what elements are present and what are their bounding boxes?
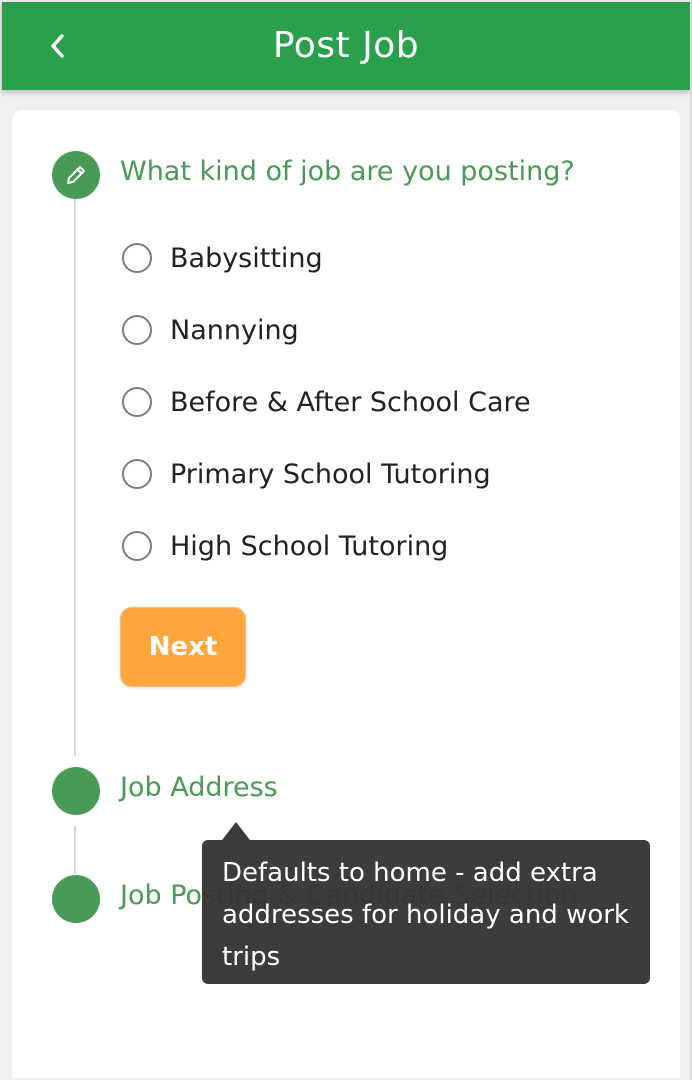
- option-label: High School Tutoring: [170, 530, 449, 562]
- radio-button[interactable]: [122, 315, 152, 345]
- step-1-title[interactable]: What kind of job are you posting?: [120, 156, 575, 187]
- job-type-option-high-school-tutoring[interactable]: High School Tutoring: [122, 526, 448, 566]
- step-2-title[interactable]: Job Address: [120, 772, 278, 803]
- option-label: Before & After School Care: [170, 386, 531, 418]
- page-title: Post Job: [272, 25, 420, 66]
- radio-button[interactable]: [122, 459, 152, 489]
- step-3-indicator: [52, 875, 100, 923]
- app-screen: Post Job What kind of job are you postin…: [0, 0, 692, 1080]
- job-type-option-nannying[interactable]: Nannying: [122, 310, 299, 350]
- radio-button[interactable]: [122, 387, 152, 417]
- radio-button[interactable]: [122, 243, 152, 273]
- option-label: Primary School Tutoring: [170, 458, 491, 490]
- step-2-indicator: [52, 767, 100, 815]
- pencil-icon: [67, 166, 85, 184]
- next-button[interactable]: Next: [120, 607, 246, 687]
- option-label: Babysitting: [170, 242, 323, 274]
- step-1-indicator: [52, 151, 100, 199]
- address-tooltip: Defaults to home - add extra addresses f…: [202, 840, 650, 984]
- step-connector-line: [74, 198, 76, 756]
- radio-button[interactable]: [122, 531, 152, 561]
- job-type-option-primary-school-tutoring[interactable]: Primary School Tutoring: [122, 454, 491, 494]
- job-type-option-babysitting[interactable]: Babysitting: [122, 238, 323, 278]
- top-app-bar: Post Job: [2, 2, 690, 90]
- tooltip-arrow: [222, 822, 250, 840]
- step-connector-line: [74, 826, 76, 874]
- job-type-option-before-after-school-care[interactable]: Before & After School Care: [122, 382, 531, 422]
- option-label: Nannying: [170, 314, 299, 346]
